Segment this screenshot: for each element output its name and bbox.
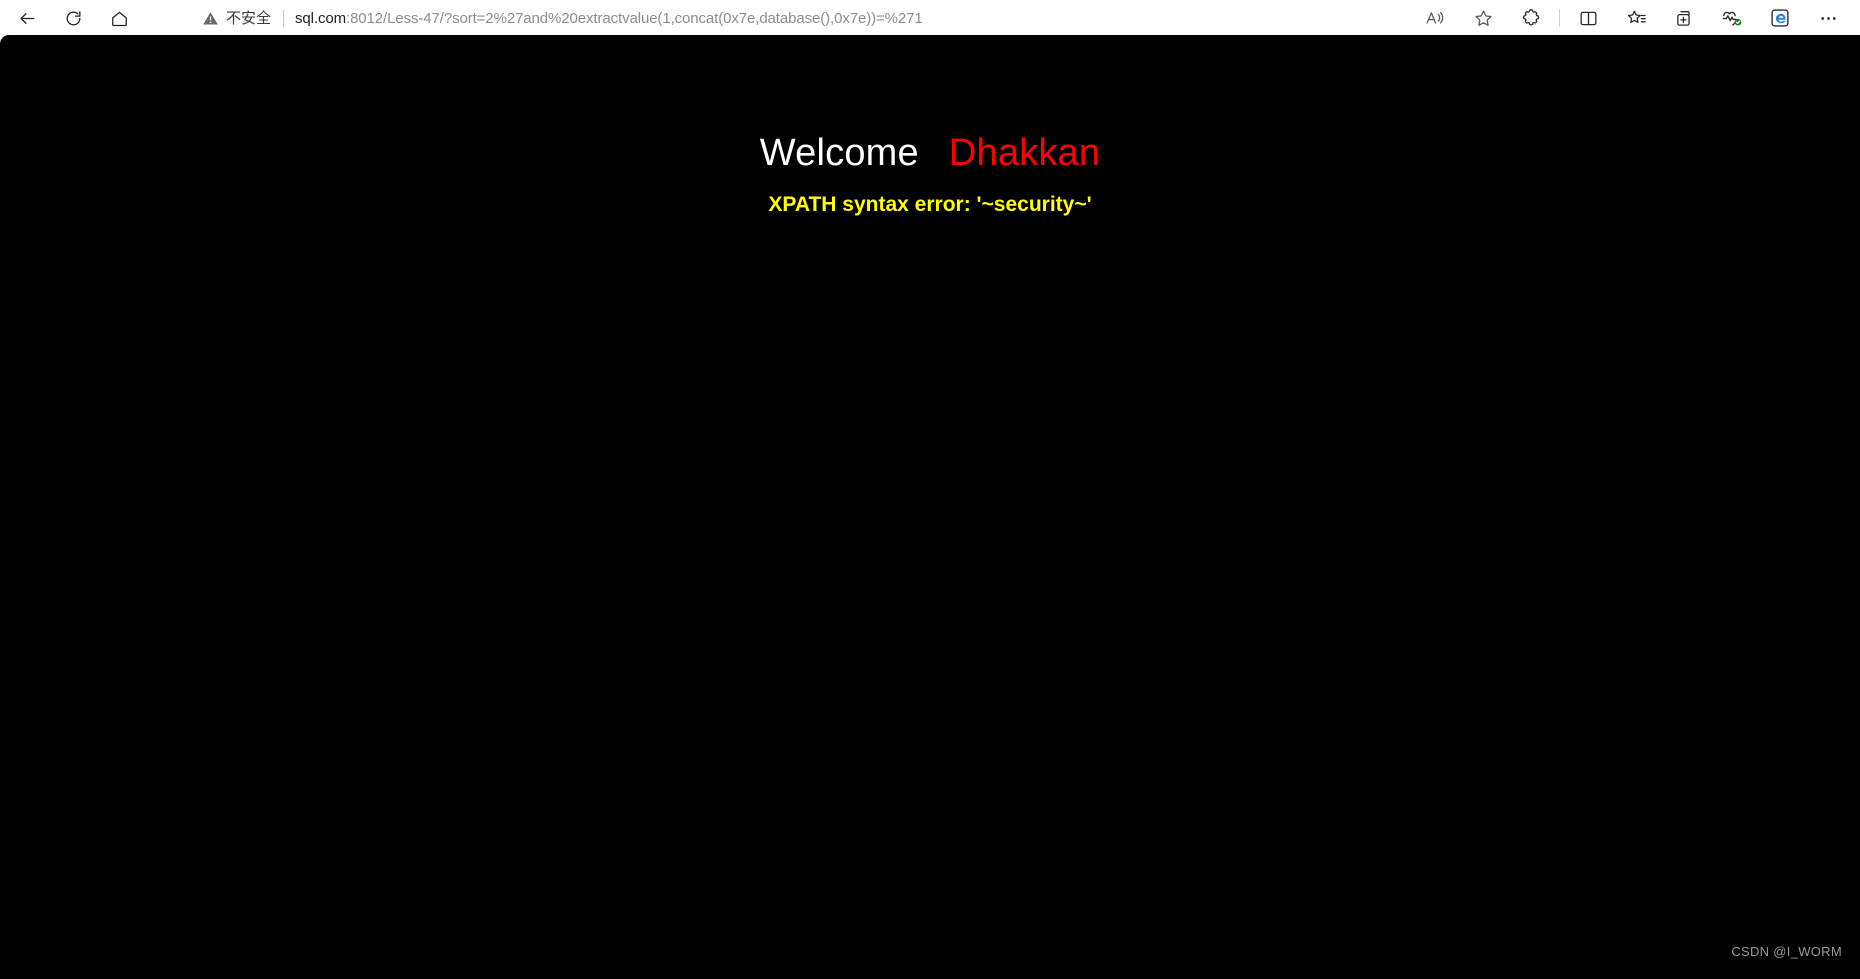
home-button[interactable] — [102, 3, 136, 33]
read-aloud-icon — [1426, 11, 1443, 24]
collections-icon — [1627, 10, 1646, 23]
address-divider — [283, 9, 285, 27]
split-screen-icon — [1579, 11, 1597, 25]
site-security-chip[interactable]: 不安全 — [202, 10, 271, 27]
ie-mode-button[interactable] — [1763, 3, 1797, 33]
url-text[interactable]: sql.com:8012/Less-47/?sort=2%27and%20ext… — [295, 10, 1440, 27]
home-icon — [111, 11, 127, 26]
favorite-star-icon — [1474, 9, 1492, 26]
refresh-icon — [66, 10, 80, 25]
settings-more-button[interactable] — [1811, 3, 1845, 33]
xpath-error-message: XPATH syntax error: '~security~' — [768, 193, 1092, 216]
browser-window: 不安全 sql.com:8012/Less-47/?sort=2%27and%2… — [0, 0, 1860, 979]
welcome-username: Dhakkan — [948, 132, 1101, 174]
toolbar-right-icons — [1411, 0, 1860, 36]
browser-essentials-button[interactable] — [1715, 3, 1749, 33]
welcome-text: Welcome — [759, 132, 919, 174]
watermark-text: CSDN @I_WORM — [1731, 944, 1842, 959]
address-bar[interactable]: 不安全 sql.com:8012/Less-47/?sort=2%27and%2… — [188, 2, 1450, 34]
split-screen-button[interactable] — [1571, 3, 1605, 33]
add-to-collection-icon — [1676, 10, 1690, 26]
collections-button[interactable] — [1619, 3, 1653, 33]
navigation-buttons — [0, 3, 136, 33]
extensions-button[interactable] — [1514, 3, 1548, 33]
back-arrow-icon — [20, 12, 34, 24]
warning-triangle-icon — [203, 11, 218, 24]
refresh-button[interactable] — [56, 3, 90, 33]
url-path: :8012/Less-47/?sort=2%27and%20extractval… — [346, 9, 923, 27]
ie-mode-icon — [1771, 9, 1789, 27]
browser-toolbar: 不安全 sql.com:8012/Less-47/?sort=2%27and%2… — [0, 0, 1860, 36]
settings-more-icon — [1820, 16, 1836, 20]
toolbar-divider — [1559, 9, 1560, 27]
read-aloud-button[interactable] — [1418, 3, 1452, 33]
url-host: sql.com — [295, 9, 346, 27]
welcome-heading: Welcome Dhakkan — [0, 132, 1860, 175]
security-label: 不安全 — [226, 9, 272, 27]
add-to-collection-button[interactable] — [1667, 3, 1701, 33]
back-button[interactable] — [10, 3, 44, 33]
extensions-icon — [1522, 8, 1539, 25]
browser-essentials-icon — [1722, 11, 1742, 26]
page-viewport: Welcome Dhakkan XPATH syntax error: '~sec… — [0, 35, 1860, 979]
favorite-button[interactable] — [1466, 3, 1500, 33]
